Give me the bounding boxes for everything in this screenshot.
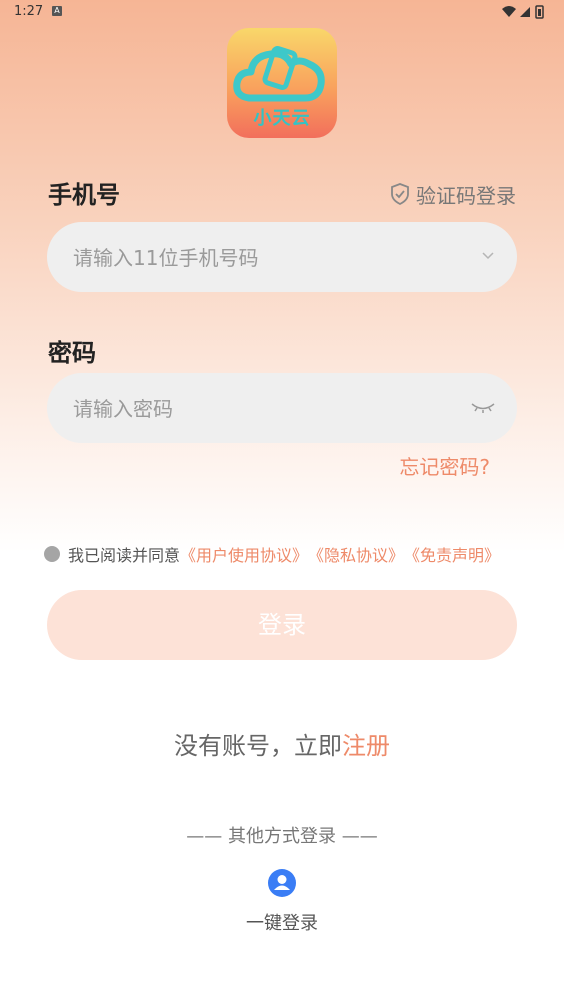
sms-login-button[interactable]: 验证码登录 xyxy=(390,180,516,208)
register-row: 没有账号，立即注册 xyxy=(0,726,564,761)
agreement-row: 我已阅读并同意 《用户使用协议》 《隐私协议》 《免责声明》 xyxy=(44,543,500,565)
notification-icon: A xyxy=(52,6,62,16)
privacy-link[interactable]: 《隐私协议》 xyxy=(308,542,404,566)
password-input[interactable] xyxy=(71,373,455,445)
other-login-divider: —— 其他方式登录 —— xyxy=(186,826,378,847)
agreement-radio[interactable] xyxy=(44,546,60,562)
password-label: 密码 xyxy=(48,339,96,367)
status-bar: 1:27 A xyxy=(0,0,564,26)
phone-input-box[interactable] xyxy=(47,222,517,294)
forgot-password-link[interactable]: 忘记密码? xyxy=(399,451,490,480)
one-key-login-icon[interactable] xyxy=(268,869,296,897)
shield-check-icon xyxy=(391,183,409,205)
phone-label: 手机号 xyxy=(48,181,120,209)
user-agreement-link[interactable]: 《用户使用协议》 xyxy=(180,542,308,566)
disclaimer-link[interactable]: 《免责声明》 xyxy=(404,542,500,566)
status-time: 1:27 xyxy=(14,4,44,19)
sms-login-label: 验证码登录 xyxy=(416,183,516,208)
register-link[interactable]: 注册 xyxy=(342,732,390,760)
status-icons xyxy=(502,5,544,19)
agreement-prefix: 我已阅读并同意 xyxy=(68,546,181,565)
eye-closed-icon[interactable] xyxy=(471,401,495,413)
one-key-login-label[interactable]: 一键登录 xyxy=(0,909,564,935)
wifi-icon xyxy=(502,6,516,17)
app-logo: 小天云 xyxy=(227,28,337,138)
register-prefix: 没有账号，立即 xyxy=(174,732,342,760)
logo-text: 小天云 xyxy=(253,108,311,129)
phone-input[interactable] xyxy=(71,222,455,294)
chevron-down-icon[interactable] xyxy=(481,248,495,262)
password-input-box[interactable] xyxy=(47,373,517,445)
login-button[interactable]: 登录 xyxy=(47,590,517,660)
signal-icon xyxy=(520,7,530,17)
user-icon xyxy=(274,875,290,890)
